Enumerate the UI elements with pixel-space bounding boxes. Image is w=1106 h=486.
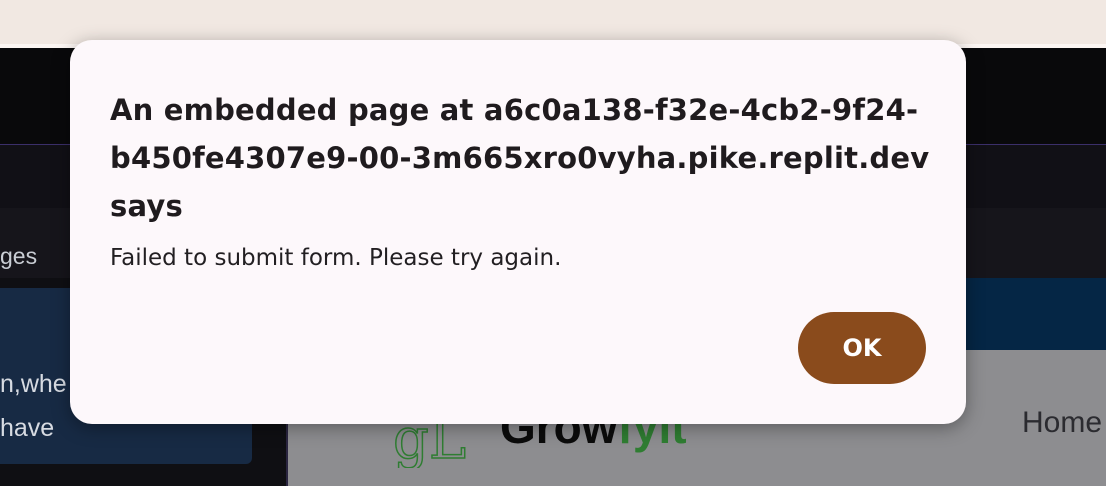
ok-button[interactable]: OK (798, 312, 926, 384)
nav-home-link[interactable]: Home (1022, 406, 1102, 440)
dialog-title: An embedded page at a6c0a138-f32e-4cb2-9… (110, 93, 930, 223)
card-text-line-1: n,whe (0, 370, 67, 398)
sidebar-tab-fragment[interactable]: ges (0, 243, 37, 270)
browser-chrome (0, 0, 1106, 44)
dialog-message: Failed to submit form. Please try again. (110, 245, 562, 271)
alert-dialog: An embedded page at a6c0a138-f32e-4cb2-9… (70, 40, 966, 424)
card-text-line-2: have (0, 414, 55, 442)
